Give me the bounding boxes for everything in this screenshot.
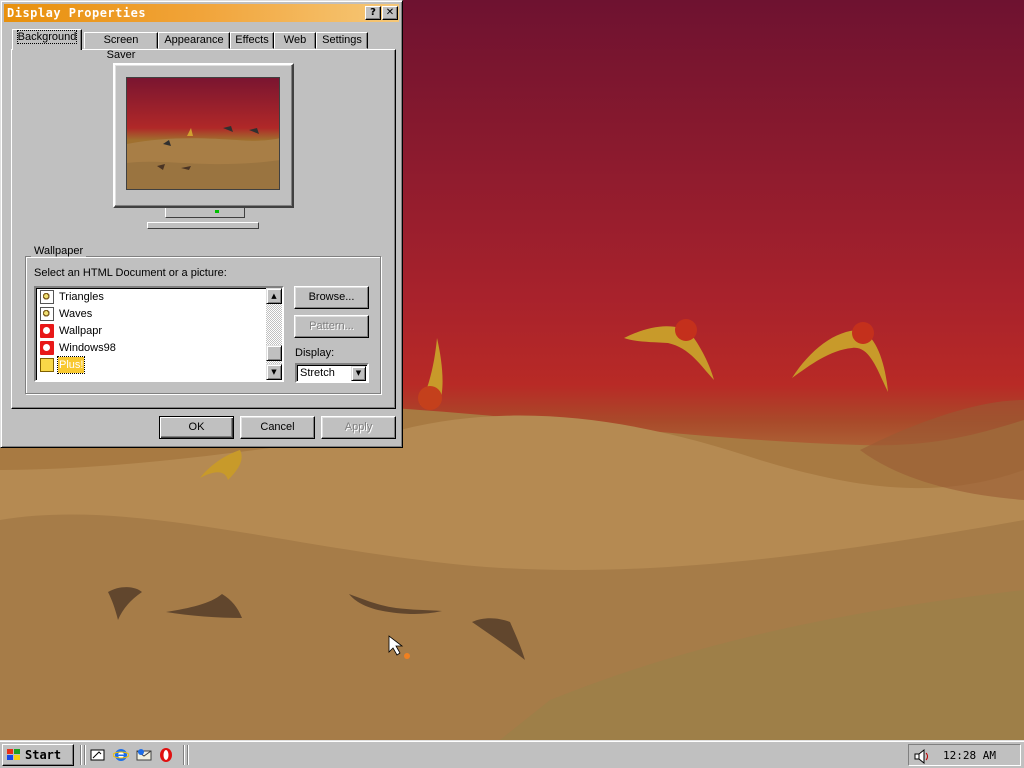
tab-effects[interactable]: Effects [230, 32, 274, 49]
display-properties-window: Display Properties ? ✕ Background Screen… [0, 0, 403, 448]
tab-label: Web [283, 34, 307, 46]
html-document-icon [40, 307, 54, 321]
taskbar-divider [80, 745, 82, 765]
scroll-thumb[interactable] [266, 345, 282, 361]
html-document-icon [40, 290, 54, 304]
cancel-button-label: Cancel [260, 421, 295, 433]
tab-label: Settings [322, 34, 362, 46]
opera-icon[interactable] [158, 747, 174, 763]
system-tray: 12:28 AM [908, 744, 1021, 766]
tab-label: Appearance [164, 34, 224, 46]
tab-appearance[interactable]: Appearance [158, 32, 230, 49]
tab-background[interactable]: Background [12, 29, 82, 50]
help-button[interactable]: ? [365, 6, 381, 20]
apply-button-label: Apply [344, 421, 373, 433]
window-title: Display Properties [7, 6, 147, 20]
creature-1 [624, 319, 714, 380]
wallpaper-prompt: Select an HTML Document or a picture: [34, 267, 227, 279]
close-icon: ✕ [385, 7, 395, 18]
tab-screen-saver[interactable]: Screen Saver [84, 32, 158, 61]
wallpaper-listbox[interactable]: Triangles Waves Wallpapr Windows98 Plus! [34, 286, 284, 382]
help-icon: ? [370, 7, 376, 18]
wallpaper-preview [126, 77, 280, 190]
scroll-up-button[interactable]: ▲ [266, 288, 282, 304]
display-select-value: Stretch [300, 367, 335, 379]
monitor-base [147, 222, 259, 229]
taskbar-divider [183, 745, 185, 765]
display-label: Display: [295, 347, 335, 359]
list-item-label: Waves [59, 308, 93, 320]
start-label: Start [25, 748, 62, 762]
taskbar-divider [187, 745, 189, 765]
internet-explorer-icon[interactable] [113, 747, 129, 763]
list-item-label: Wallpapr [59, 325, 102, 337]
chevron-down-icon: ▼ [355, 369, 362, 377]
up-arrow-icon: ▲ [271, 292, 277, 300]
bitmap-icon [40, 324, 54, 338]
wallpaper-group-label: Wallpaper [31, 245, 87, 257]
list-item-label: Plus! [56, 356, 86, 374]
down-arrow-icon: ▼ [271, 368, 277, 376]
volume-icon[interactable] [913, 748, 929, 764]
title-bar[interactable]: Display Properties ? ✕ [4, 4, 399, 22]
browse-button[interactable]: Browse... [294, 286, 369, 309]
close-button[interactable]: ✕ [382, 6, 398, 20]
taskbar-divider [84, 745, 86, 765]
apply-button[interactable]: Apply [321, 416, 396, 439]
tab-settings[interactable]: Settings [316, 32, 368, 49]
monitor-stand [165, 208, 245, 218]
browse-button-label: Browse... [308, 291, 355, 303]
start-button[interactable]: Start [2, 744, 74, 766]
tab-label: Effects [235, 34, 269, 46]
plus-theme-icon [40, 358, 54, 372]
dropdown-button[interactable]: ▼ [351, 366, 366, 381]
listbox-scrollbar[interactable]: ▲ ▼ [266, 288, 282, 380]
display-select[interactable]: Stretch ▼ [295, 363, 369, 383]
list-item-label: Triangles [59, 291, 104, 303]
outlook-express-icon[interactable] [136, 747, 152, 763]
scroll-down-button[interactable]: ▼ [266, 364, 282, 380]
bitmap-icon [40, 341, 54, 355]
tab-label: Background [16, 30, 78, 44]
pattern-button-label: Pattern... [309, 320, 354, 332]
pattern-button[interactable]: Pattern... [294, 315, 369, 338]
tab-web[interactable]: Web [274, 32, 316, 49]
taskbar: Start 12:28 AM [0, 740, 1024, 768]
power-led [215, 210, 219, 213]
ok-button-label: OK [188, 421, 205, 433]
clock[interactable]: 12:28 AM [943, 749, 996, 762]
windows-logo-icon [7, 749, 21, 761]
creature-2 [792, 322, 888, 392]
ok-button[interactable]: OK [159, 416, 234, 439]
cancel-button[interactable]: Cancel [240, 416, 315, 439]
creature-3 [418, 338, 443, 410]
list-item-label: Windows98 [59, 342, 116, 354]
show-desktop-icon[interactable] [90, 747, 106, 763]
